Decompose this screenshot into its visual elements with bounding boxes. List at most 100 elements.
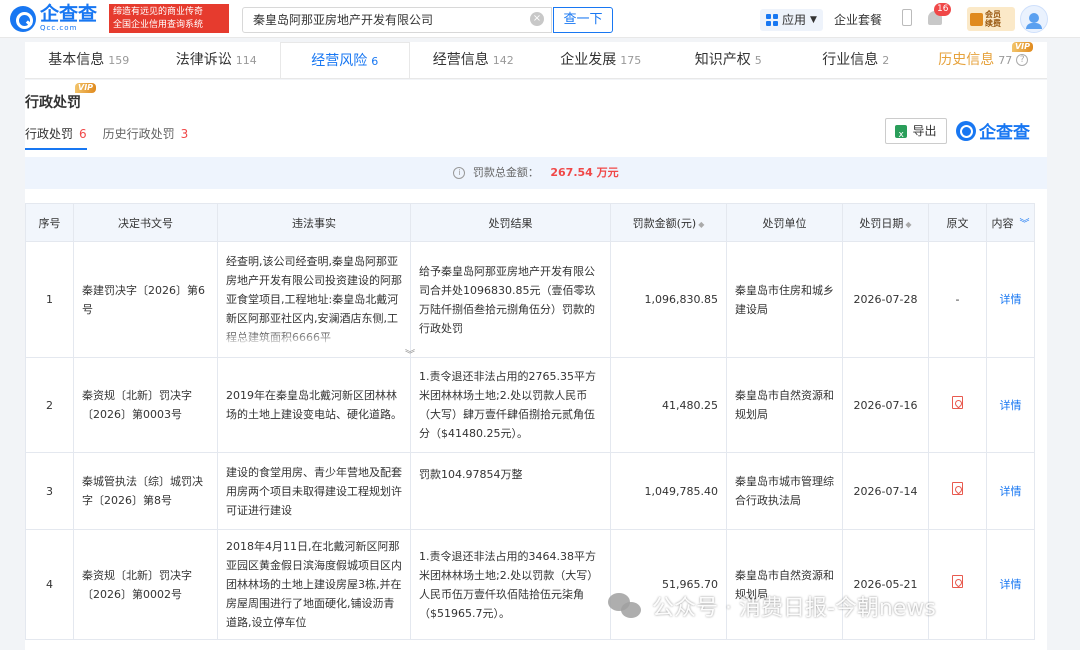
pdf-icon[interactable]: [952, 395, 963, 409]
help-icon[interactable]: ?: [1016, 54, 1029, 66]
summary-label: 罚款总金额：: [472, 166, 539, 179]
row-no: 1: [25, 241, 74, 358]
right-rail: [1049, 42, 1080, 650]
slogan-banner: 缔造有远见的商业传奇 全国企业信用查询系统: [109, 4, 229, 33]
vip-label-2: 续费: [985, 19, 1001, 28]
enterprise-package-link[interactable]: 企业套餐: [834, 11, 882, 28]
subtab-label: 历史行政处罚: [102, 127, 175, 141]
grid-icon: [766, 14, 778, 26]
detail-link[interactable]: 详情: [986, 529, 1035, 640]
row-original: [928, 452, 987, 530]
row-doc: 秦城管执法〔综〕城罚决字〔2026〕第8号: [73, 452, 218, 530]
pdf-icon[interactable]: [952, 481, 963, 495]
col-header-no: 序号: [25, 203, 74, 242]
tab-industry[interactable]: 行业信息 2: [792, 42, 920, 78]
row-doc: 秦建罚决字〔2026〕第6号: [73, 241, 218, 358]
row-doc: 秦资规〔北新〕罚决字〔2026〕第0002号: [73, 529, 218, 640]
tab-count: 114: [235, 54, 257, 67]
chevron-down-icon: ▼: [810, 15, 817, 25]
export-label: 导出: [912, 124, 937, 138]
excel-icon: [895, 123, 908, 147]
wechat-watermark: 公众号 · 消费日报-今朝news: [608, 590, 936, 622]
col-header-doc: 决定书文号: [73, 203, 218, 242]
sort-icon[interactable]: ◆: [905, 220, 911, 229]
tab-count: 2: [882, 54, 890, 67]
app-menu-button[interactable]: 应用 ▼: [760, 9, 823, 31]
detail-link[interactable]: 详情: [986, 452, 1035, 530]
subtab-history-penalty[interactable]: 历史行政处罚 3: [103, 125, 189, 150]
row-unit: 秦皇岛市住房和城乡建设局: [726, 241, 843, 358]
row-result: 1.责令退还非法占用的3464.38平方米团林林场土地;2.处以罚款（大写）人民…: [410, 529, 611, 640]
tab-label: 知识产权: [694, 52, 751, 68]
row-date: 2026-07-28: [842, 241, 929, 358]
row-no: 2: [25, 357, 74, 453]
row-date: 2026-07-16: [842, 357, 929, 453]
avatar[interactable]: [1020, 5, 1048, 33]
info-icon: i: [453, 167, 466, 179]
tab-business-info[interactable]: 经营信息 142: [410, 42, 538, 78]
detail-link[interactable]: 详情: [986, 241, 1035, 358]
main-tabs: 基本信息 159 法律诉讼 114 经营风险 6 经营信息 142 企业发展 175 知识…: [25, 42, 1047, 79]
tab-label: 法律诉讼: [175, 52, 232, 68]
table-row: 3 秦城管执法〔综〕城罚决字〔2026〕第8号 建设的食堂用房、青少年营地及配套…: [25, 452, 1035, 530]
notification-count-badge: 16: [934, 3, 952, 16]
row-fact: 建设的食堂用房、青少年营地及配套用房两个项目未取得建设工程规划许可证进行建设: [217, 452, 411, 530]
row-unit: 秦皇岛市自然资源和规划局: [726, 529, 843, 640]
row-amount: 41,480.25: [610, 357, 727, 453]
tab-label: 企业发展: [560, 52, 617, 68]
col-header-original: 原文: [928, 203, 987, 242]
detail-link[interactable]: 详情: [986, 357, 1035, 453]
row-fact: 2019年在秦皇岛北戴河新区团林林场的土地上建设变电站、硬化道路。: [217, 357, 411, 453]
tab-business-risk[interactable]: 经营风险 6: [280, 42, 410, 78]
watermark-text: 公众号 · 消费日报-今朝news: [652, 596, 936, 621]
fine-summary-bar: i 罚款总金额： 267.54 万元: [25, 157, 1047, 189]
subtab-count: 3: [180, 127, 189, 141]
row-doc: 秦资规〔北新〕罚决字〔2026〕第0003号: [73, 357, 218, 453]
row-fact: 经查明,该公司经查明,秦皇岛阿那亚房地产开发有限公司投资建设的阿那亚食堂项目,工…: [217, 241, 411, 358]
table-row: 2 秦资规〔北新〕罚决字〔2026〕第0003号 2019年在秦皇岛北戴河新区团…: [25, 357, 1035, 453]
col-header-amount-label: 罚款金额(元): [632, 216, 697, 230]
clear-icon[interactable]: ×: [530, 12, 544, 26]
search-input[interactable]: 秦皇岛阿那亚房地产开发有限公司: [242, 7, 552, 33]
search-button[interactable]: 查一下: [553, 7, 613, 33]
pdf-icon[interactable]: [952, 575, 963, 588]
row-result: 罚款104.97854万整: [410, 452, 611, 530]
row-amount: 1,049,785.40: [610, 452, 727, 530]
double-chevron-down-icon[interactable]: ︾: [1020, 219, 1030, 230]
expand-more-icon[interactable]: ︾: [405, 346, 415, 361]
section-title: 行政处罚: [25, 95, 81, 111]
app-menu-label: 应用: [782, 13, 807, 27]
vip-renew-button[interactable]: 会员 续费: [967, 7, 1015, 31]
row-result: 1.责令退还非法占用的2765.35平方米团林林场土地;2.处以罚款人民币（大写…: [410, 357, 611, 453]
col-header-date-label: 处罚日期: [859, 216, 904, 230]
tab-ip[interactable]: 知识产权 5: [665, 42, 793, 78]
summary-amount: 267.54 万元: [550, 166, 619, 179]
vip-badge: VIP: [75, 83, 97, 93]
phone-icon[interactable]: [902, 9, 912, 26]
tab-basic-info[interactable]: 基本信息 159: [25, 42, 153, 78]
row-amount: 51,965.70: [610, 529, 727, 640]
row-fact: 2018年4月11日,在北戴河新区阿那亚园区黄金假日滨海度假城项目区内团林林场的…: [217, 529, 411, 640]
export-button[interactable]: 导出: [885, 118, 947, 147]
tab-label: 经营信息: [432, 52, 489, 68]
qcc-logo[interactable]: 企查查 Qcc.com: [10, 5, 97, 32]
tab-count: 6: [371, 55, 379, 68]
logo-title: 企查查: [40, 3, 98, 25]
row-original: [928, 357, 987, 453]
row-original: -: [928, 241, 987, 358]
tab-count: 77: [998, 54, 1013, 67]
tab-count: 142: [492, 54, 514, 67]
subtab-admin-penalty[interactable]: 行政处罚 6: [25, 125, 87, 150]
penalty-table: 序号 决定书文号 违法事实 处罚结果 罚款金额(元) ◆ 处罚单位 处罚日期 ◆ 原…: [25, 203, 1035, 640]
col-header-fact: 违法事实: [217, 203, 411, 242]
row-no: 4: [25, 529, 74, 640]
tab-development[interactable]: 企业发展 175: [537, 42, 665, 78]
tab-count: 159: [108, 54, 130, 67]
tab-legal[interactable]: 法律诉讼 114: [153, 42, 281, 78]
logo-domain: Qcc.com: [40, 24, 78, 32]
content-panel: 行政处罚 VIP 行政处罚 6 历史行政处罚 3 导出 企查查 i 罚款总金额： 2…: [25, 80, 1047, 650]
col-header-date[interactable]: 处罚日期 ◆: [842, 203, 929, 242]
sort-icon[interactable]: ◆: [698, 220, 704, 229]
col-header-amount[interactable]: 罚款金额(元) ◆: [610, 203, 727, 242]
tab-history[interactable]: 历史信息 77? VIP: [920, 42, 1048, 78]
